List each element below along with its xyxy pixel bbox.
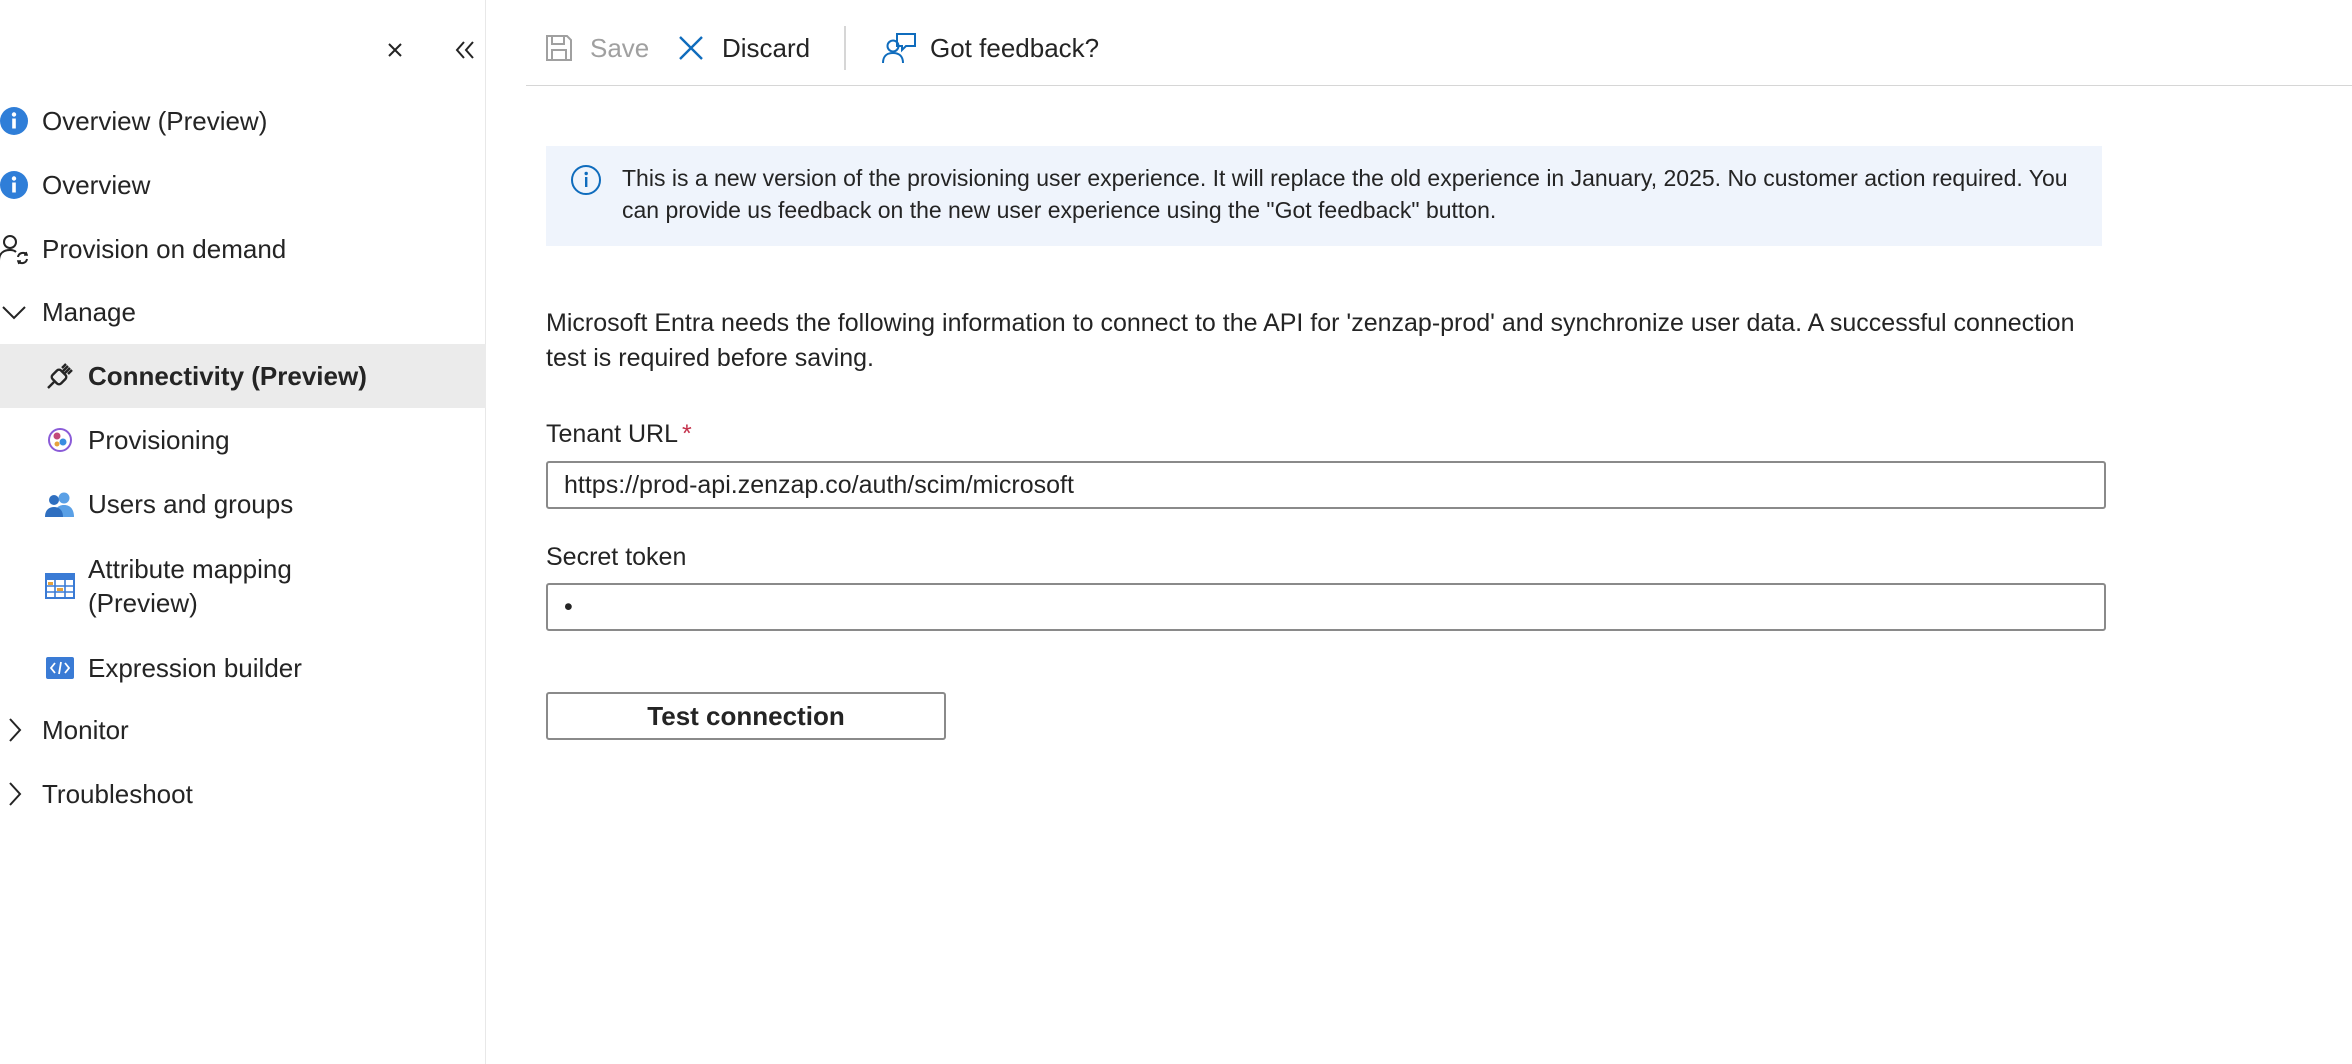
double-chevron-left-icon [455, 41, 474, 59]
chevron-down-icon [0, 296, 30, 328]
sidebar-item-connectivity-preview[interactable]: Connectivity (Preview) [0, 344, 486, 408]
banner-message: This is a new version of the provisionin… [622, 165, 2068, 223]
info-icon [570, 164, 604, 198]
info-banner: This is a new version of the provisionin… [546, 146, 2102, 246]
discard-label: Discard [722, 32, 811, 63]
tenant-url-input[interactable]: https://prod-api.zenzap.co/auth/scim/mic… [546, 461, 2106, 509]
feedback-label: Got feedback? [930, 32, 1100, 63]
info-icon [0, 169, 30, 201]
sidebar-item-label: Provisioning [88, 425, 230, 455]
sidebar-group-manage[interactable]: Manage [0, 280, 486, 344]
command-bar: Save Discard Got feedback? [526, 0, 2352, 86]
save-label: Save [590, 32, 650, 63]
close-button[interactable] [380, 30, 410, 70]
close-icon [674, 31, 708, 65]
secret-token-label: Secret token [546, 543, 687, 571]
sidebar-item-label: Overview [42, 170, 151, 200]
chevron-right-icon [0, 714, 30, 746]
chevron-right-icon [0, 778, 30, 810]
code-icon [44, 652, 76, 684]
sidebar-item-overview-preview[interactable]: Overview (Preview) [0, 89, 486, 153]
collapse-sidebar-button[interactable] [450, 30, 480, 70]
got-feedback-button[interactable]: Got feedback? [882, 26, 1099, 70]
sidebar-item-users-and-groups[interactable]: Users and groups [0, 472, 486, 536]
save-button[interactable]: Save [542, 26, 649, 70]
sidebar-item-attribute-mapping[interactable]: Attribute mapping (Preview) [0, 536, 486, 636]
save-icon [542, 31, 576, 65]
sidebar-item-label: Connectivity (Preview) [88, 361, 367, 391]
sidebar-item-label: Expression builder [88, 653, 302, 683]
required-indicator: * [682, 420, 692, 448]
sidebar-item-label: Attribute mapping (Preview) [88, 554, 292, 618]
sidebar-item-label: Monitor [42, 715, 129, 745]
feedback-icon [882, 31, 916, 65]
sidebar-item-expression-builder[interactable]: Expression builder [0, 636, 486, 700]
toolbar-divider [844, 26, 846, 70]
sidebar-item-provision-on-demand[interactable]: Provision on demand [0, 217, 486, 281]
tenant-url-label: Tenant URL * [546, 420, 692, 449]
tenant-url-value: https://prod-api.zenzap.co/auth/scim/mic… [564, 470, 1074, 499]
discard-button[interactable]: Discard [674, 26, 810, 70]
secret-token-value: • [564, 592, 573, 621]
sidebar-item-label: Troubleshoot [42, 779, 193, 809]
provisioning-icon [44, 424, 76, 456]
sidebar-item-label: Provision on demand [42, 234, 287, 264]
sidebar-item-label: Manage [42, 297, 136, 327]
user-sync-icon [0, 233, 30, 265]
sidebar-item-label: Overview (Preview) [42, 106, 268, 136]
sidebar: Overview (Preview) Overview Provision on… [0, 0, 486, 1064]
sidebar-item-label: Users and groups [88, 489, 294, 519]
table-icon [44, 570, 76, 602]
users-icon [44, 488, 76, 520]
sidebar-controls [380, 30, 480, 70]
secret-token-input[interactable]: • [546, 583, 2106, 631]
sidebar-item-provisioning[interactable]: Provisioning [0, 408, 486, 472]
tenant-url-label-text: Tenant URL [546, 420, 679, 448]
sidebar-group-monitor[interactable]: Monitor [0, 698, 486, 762]
connectivity-description: Microsoft Entra needs the following info… [546, 309, 2075, 372]
sidebar-item-overview[interactable]: Overview [0, 153, 486, 217]
sidebar-group-troubleshoot[interactable]: Troubleshoot [0, 762, 486, 826]
test-connection-button[interactable]: Test connection [546, 692, 946, 740]
info-icon [0, 105, 30, 137]
plug-icon [44, 360, 76, 392]
close-icon [388, 43, 402, 57]
